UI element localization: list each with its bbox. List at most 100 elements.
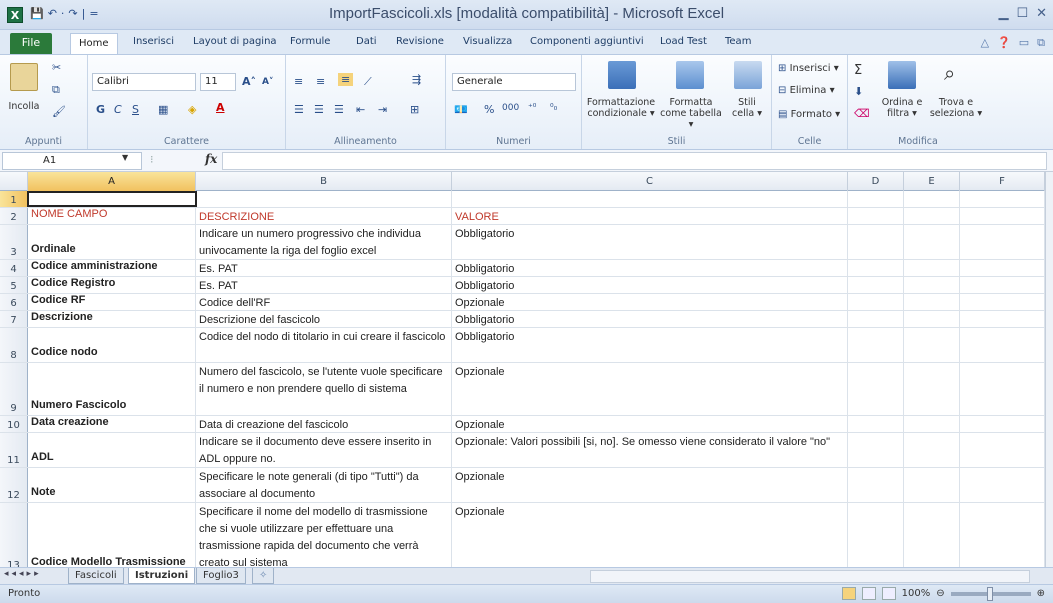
cell-e[interactable] [904, 277, 960, 293]
paste-icon[interactable] [10, 63, 38, 91]
column-header-a[interactable]: A [28, 172, 196, 191]
increase-indent-icon[interactable]: ⇥ [378, 103, 387, 116]
format-as-table-button[interactable]: Formatta come tabella ▾ [660, 97, 722, 130]
cell-f[interactable] [960, 294, 1045, 310]
cell-e[interactable] [904, 208, 960, 224]
cell-d[interactable] [848, 225, 904, 259]
cell-a[interactable]: Codice Registro [28, 277, 196, 293]
insert-cells-button[interactable]: ⊞ Inserisci ▾ [778, 63, 839, 74]
cell-a[interactable]: Note [28, 468, 196, 502]
cell-d[interactable] [848, 260, 904, 276]
cell-d[interactable] [848, 191, 904, 207]
cell-b[interactable]: Specificare le note generali (di tipo "T… [196, 468, 452, 502]
cell-f[interactable] [960, 503, 1045, 567]
cell-f[interactable] [960, 363, 1045, 415]
zoom-out-icon[interactable]: ⊖ [936, 588, 944, 599]
italic-button[interactable]: C [114, 103, 122, 116]
cut-icon[interactable]: ✂ [52, 61, 61, 74]
borders-icon[interactable]: ▦ [158, 103, 168, 116]
cell-b[interactable]: Numero del fascicolo, se l'utente vuole … [196, 363, 452, 415]
cell-a[interactable]: Codice RF [28, 294, 196, 310]
cell-c[interactable]: Obbligatorio [452, 277, 848, 293]
cell-b[interactable]: Data di creazione del fascicolo [196, 416, 452, 432]
orientation-icon[interactable]: ⟋ [364, 75, 372, 89]
tab-team[interactable]: Team [725, 36, 751, 47]
cell-b[interactable]: DESCRIZIONE [196, 208, 452, 224]
font-name-dropdown[interactable]: Calibri [92, 73, 196, 91]
cell-a[interactable]: Codice Modello Trasmissione [28, 503, 196, 567]
format-cells-button[interactable]: ▤ Formato ▾ [778, 109, 840, 120]
tab-dati[interactable]: Dati [356, 36, 377, 47]
cell-f[interactable] [960, 433, 1045, 467]
row-header[interactable]: 7 [0, 311, 28, 327]
sort-filter-icon[interactable] [888, 61, 916, 89]
increase-decimal-icon[interactable]: ⁺⁰ [528, 103, 536, 113]
page-layout-view-icon[interactable] [861, 587, 876, 600]
new-sheet-icon[interactable]: ✧ [252, 568, 275, 584]
percent-button[interactable]: % [484, 103, 494, 116]
cell-f[interactable] [960, 468, 1045, 502]
sort-filter-button[interactable]: Ordina e filtra ▾ [874, 97, 930, 119]
doc-minimize-icon[interactable]: ▭ [1019, 36, 1029, 50]
insert-function-button[interactable]: fx [205, 152, 217, 166]
shrink-font-icon[interactable]: A˅ [262, 77, 273, 87]
column-header-e[interactable]: E [904, 172, 960, 191]
cell-c[interactable]: Obbligatorio [452, 328, 848, 362]
normal-view-icon[interactable] [841, 587, 856, 600]
row-header[interactable]: 4 [0, 260, 28, 276]
fill-icon[interactable]: ⬇ [854, 85, 863, 98]
cell-d[interactable] [848, 277, 904, 293]
row-header[interactable]: 6 [0, 294, 28, 310]
currency-icon[interactable]: 💶 [454, 103, 468, 116]
find-select-icon[interactable]: ⌕ [944, 61, 955, 85]
cell-c[interactable]: Obbligatorio [452, 260, 848, 276]
cell-e[interactable] [904, 468, 960, 502]
cell-e[interactable] [904, 225, 960, 259]
cell-c[interactable]: Opzionale [452, 416, 848, 432]
row-header[interactable]: 9 [0, 363, 28, 415]
paste-label[interactable]: Incolla [4, 101, 44, 112]
cell-f[interactable] [960, 416, 1045, 432]
zoom-slider-knob[interactable] [986, 586, 993, 601]
zoom-level[interactable]: 100% [902, 588, 931, 599]
column-header-b[interactable]: B [196, 172, 452, 191]
cell-d[interactable] [848, 208, 904, 224]
thousands-button[interactable]: 000 [502, 103, 519, 113]
tab-componenti-aggiuntivi[interactable]: Componenti aggiuntivi [530, 36, 644, 47]
cell-d[interactable] [848, 294, 904, 310]
cell-f[interactable] [960, 208, 1045, 224]
tab-home[interactable]: Home [70, 33, 118, 54]
format-as-table-icon[interactable] [676, 61, 704, 89]
cell-c[interactable] [452, 191, 848, 207]
tab-inserisci[interactable]: Inserisci [133, 36, 174, 47]
cell-a[interactable]: Data creazione [28, 416, 196, 432]
cell-a[interactable]: Descrizione [28, 311, 196, 327]
zoom-in-icon[interactable]: ⊕ [1037, 588, 1045, 599]
tab-load-test[interactable]: Load Test [660, 36, 707, 47]
align-bottom-icon[interactable]: ≡ [338, 73, 354, 86]
number-format-dropdown[interactable]: Generale [452, 73, 576, 91]
cell-c[interactable]: VALORE [452, 208, 848, 224]
autosum-icon[interactable]: Σ [854, 63, 862, 78]
cell-b[interactable]: Codice del nodo di titolario in cui crea… [196, 328, 452, 362]
cell-f[interactable] [960, 311, 1045, 327]
wrap-text-icon[interactable]: ⇶ [412, 73, 421, 86]
cell-b[interactable]: Specificare il nome del modello di trasm… [196, 503, 452, 567]
tab-visualizza[interactable]: Visualizza [463, 36, 512, 47]
delete-cells-button[interactable]: ⊟ Elimina ▾ [778, 85, 835, 96]
cell-c[interactable]: Opzionale: Valori possibili [si, no]. Se… [452, 433, 848, 467]
cell-c[interactable]: Opzionale [452, 294, 848, 310]
cell-e[interactable] [904, 433, 960, 467]
font-color-icon[interactable]: A [216, 101, 225, 114]
cell-a[interactable]: Ordinale [28, 225, 196, 259]
cell-e[interactable] [904, 191, 960, 207]
cell-b[interactable]: Descrizione del fascicolo [196, 311, 452, 327]
formula-input[interactable] [222, 152, 1047, 170]
cell-e[interactable] [904, 503, 960, 567]
sheet-tab-fascicoli[interactable]: Fascicoli [68, 568, 124, 584]
cell-f[interactable] [960, 225, 1045, 259]
sheet-tab-istruzioni[interactable]: Istruzioni [128, 568, 196, 584]
grow-font-icon[interactable]: A˄ [242, 75, 256, 88]
zoom-slider[interactable] [950, 586, 1031, 601]
cell-e[interactable] [904, 311, 960, 327]
